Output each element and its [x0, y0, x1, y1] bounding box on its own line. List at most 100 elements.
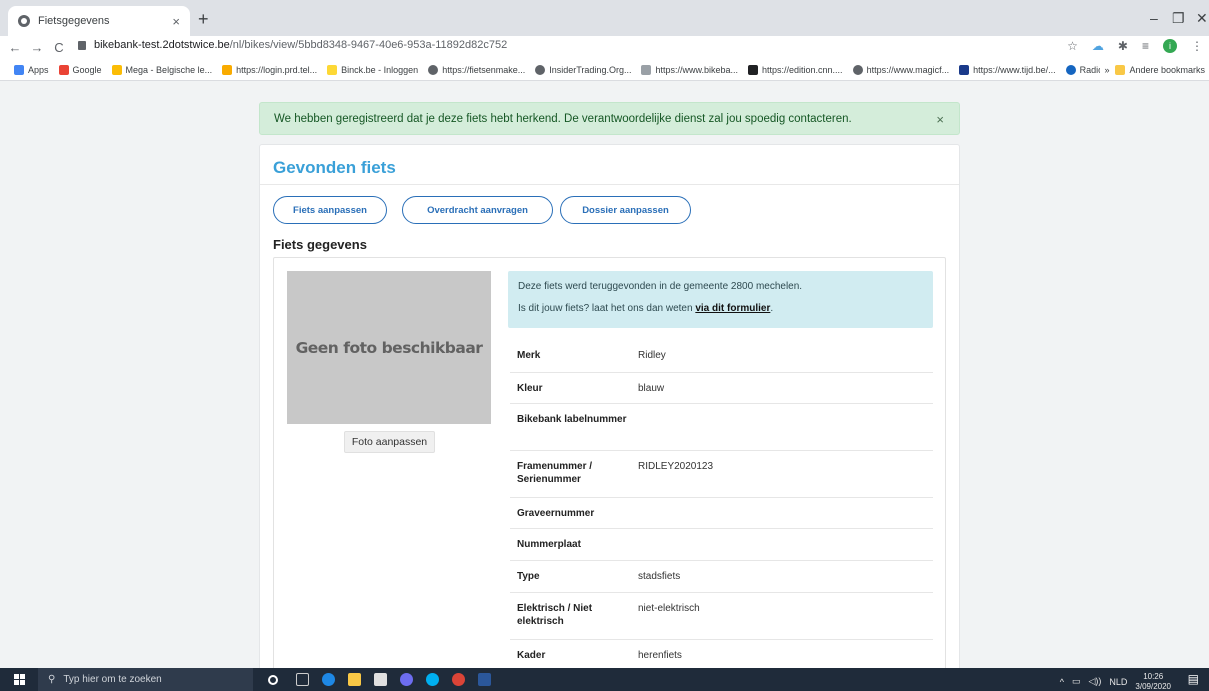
- globe-icon: [428, 64, 439, 75]
- other-bookmarks[interactable]: Andere bookmarks: [1115, 65, 1205, 75]
- globe-icon: [535, 64, 546, 75]
- globe-icon: [18, 15, 30, 27]
- bookmark-item[interactable]: Apps: [14, 64, 49, 75]
- bike-details-panel: Geen foto beschikbaar Foto aanpassen Dez…: [273, 257, 946, 668]
- browser-toolbar: ← → C bikebank-test.2dotstwice.be /nl/bi…: [0, 36, 1209, 59]
- extensions-icon[interactable]: ✱: [1118, 39, 1128, 53]
- bookmark-item[interactable]: https://login.prd.tel...: [222, 64, 317, 75]
- photo-placeholder: Geen foto beschikbaar: [287, 271, 491, 424]
- volume-icon[interactable]: ◁)): [1088, 676, 1101, 687]
- search-icon: ⚲: [48, 674, 56, 685]
- reload-button[interactable]: C: [48, 40, 70, 55]
- bookmark-item[interactable]: Google: [58, 64, 102, 75]
- star-icon[interactable]: ☆: [1067, 39, 1078, 53]
- windows-start-icon[interactable]: [14, 674, 25, 685]
- globe-icon: [852, 64, 863, 75]
- table-row: Graveernummer: [510, 498, 933, 529]
- table-row: Bikebank labelnummer: [510, 404, 933, 451]
- menu-icon[interactable]: ⋮: [1191, 39, 1203, 53]
- radio-icon: [1065, 64, 1076, 75]
- windows-taskbar: ⚲ Typ hier om te zoeken ^ ▭ ◁)) NLD 10:2…: [0, 668, 1209, 691]
- cortana-icon[interactable]: [268, 675, 278, 685]
- detail-label: Merk: [517, 350, 541, 361]
- url-host: bikebank-test.2dotstwice.be: [94, 39, 230, 51]
- app-icon[interactable]: [400, 673, 413, 686]
- bookmark-icon: [327, 64, 338, 75]
- detail-label: Nummerplaat: [517, 539, 581, 550]
- detail-label: Kader: [517, 650, 546, 661]
- bookmark-item[interactable]: https://edition.cnn....: [748, 64, 843, 75]
- form-link[interactable]: via dit formulier: [695, 303, 770, 314]
- file-explorer-icon[interactable]: [348, 673, 361, 686]
- chrome-icon[interactable]: [452, 673, 465, 686]
- bookmark-icon: [222, 64, 233, 75]
- bookmarks-overflow: » Andere bookmarks: [1100, 59, 1209, 80]
- taskbar-search-input[interactable]: ⚲ Typ hier om te zoeken: [38, 668, 253, 691]
- language-indicator[interactable]: NLD: [1109, 677, 1127, 687]
- detail-label: Elektrisch / Niet elektrisch: [517, 603, 593, 627]
- store-icon[interactable]: [374, 673, 387, 686]
- success-alert: We hebben geregistreerd dat je deze fiet…: [259, 102, 960, 135]
- skype-icon[interactable]: [426, 673, 439, 686]
- word-icon[interactable]: [478, 673, 491, 686]
- task-view-icon[interactable]: [296, 673, 309, 686]
- table-row: Kader herenfiets: [510, 640, 933, 668]
- alert-close-icon[interactable]: ×: [936, 112, 944, 127]
- divider: [260, 184, 959, 185]
- browser-tabstrip: Fietsgegevens × + – ❐ ✕: [0, 0, 1209, 36]
- bookmark-item[interactable]: https://www.bikeba...: [641, 64, 738, 75]
- edit-photo-button[interactable]: Foto aanpassen: [344, 431, 435, 453]
- close-window-button[interactable]: ✕: [1196, 10, 1208, 27]
- browser-tab[interactable]: Fietsgegevens ×: [8, 6, 190, 36]
- back-button[interactable]: ←: [4, 40, 26, 55]
- address-bar[interactable]: bikebank-test.2dotstwice.be /nl/bikes/vi…: [78, 39, 507, 51]
- cloud-icon[interactable]: ☁: [1092, 39, 1104, 53]
- notifications-icon[interactable]: ▤: [1188, 672, 1199, 686]
- edit-file-button[interactable]: Dossier aanpassen: [560, 196, 691, 224]
- bookmark-icon: [111, 64, 122, 75]
- details-table: Merk Ridley Kleur blauw Bikebank labelnumm…: [510, 340, 933, 668]
- reading-list-icon[interactable]: ≡: [1142, 39, 1149, 53]
- chevron-up-icon[interactable]: ^: [1060, 677, 1064, 687]
- bookmark-item[interactable]: https://www.tijd.be/...: [959, 64, 1056, 75]
- bookmarks-more-button[interactable]: »: [1104, 65, 1109, 75]
- table-row: Merk Ridley: [510, 340, 933, 373]
- search-placeholder: Typ hier om te zoeken: [63, 674, 162, 685]
- detail-label: Bikebank labelnummer: [517, 414, 627, 425]
- detail-value: RIDLEY2020123: [638, 461, 714, 472]
- forward-button[interactable]: →: [26, 40, 48, 55]
- bookmark-item[interactable]: Binck.be - Inloggen: [327, 64, 418, 75]
- table-row: Elektrisch / Niet elektrisch niet-elektri…: [510, 593, 933, 640]
- detail-value: niet-elektrisch: [638, 603, 700, 614]
- edge-icon[interactable]: [322, 673, 335, 686]
- clock[interactable]: 10:26 3/09/2020: [1135, 672, 1171, 691]
- request-transfer-button[interactable]: Overdracht aanvragen: [402, 196, 553, 224]
- tab-close-icon[interactable]: ×: [172, 14, 180, 29]
- profile-avatar[interactable]: i: [1163, 39, 1177, 53]
- detail-value: [638, 404, 933, 450]
- minimize-button[interactable]: –: [1150, 10, 1158, 26]
- bookmark-icon: [959, 64, 970, 75]
- network-icon[interactable]: ▭: [1072, 676, 1081, 687]
- google-icon: [58, 64, 69, 75]
- bookmark-item[interactable]: https://fietsenmake...: [428, 64, 525, 75]
- detail-value: herenfiets: [638, 650, 682, 661]
- bookmark-icon: [748, 64, 758, 75]
- lock-icon: [78, 40, 86, 50]
- bookmark-item[interactable]: Mega - Belgische le...: [111, 64, 212, 75]
- detail-label: Type: [517, 571, 540, 582]
- bookmark-item[interactable]: InsiderTrading.Org...: [535, 64, 631, 75]
- edit-bike-button[interactable]: Fiets aanpassen: [273, 196, 387, 224]
- detail-value: blauw: [638, 383, 665, 394]
- bookmarks-bar: Apps Google Mega - Belgische le... https…: [0, 59, 1209, 81]
- detail-value: [638, 498, 933, 528]
- restore-button[interactable]: ❐: [1172, 10, 1185, 27]
- clock-date: 3/09/2020: [1135, 681, 1171, 691]
- alert-message: We hebben geregistreerd dat je deze fiet…: [274, 112, 852, 125]
- bookmark-item[interactable]: https://www.magicf...: [852, 64, 949, 75]
- system-tray: ^ ▭ ◁)) NLD 10:26 3/09/2020: [1060, 672, 1171, 691]
- folder-icon: [1115, 65, 1126, 75]
- detail-label: Kleur: [517, 383, 543, 394]
- detail-value: stadsfiets: [638, 571, 681, 582]
- new-tab-button[interactable]: +: [198, 9, 209, 30]
